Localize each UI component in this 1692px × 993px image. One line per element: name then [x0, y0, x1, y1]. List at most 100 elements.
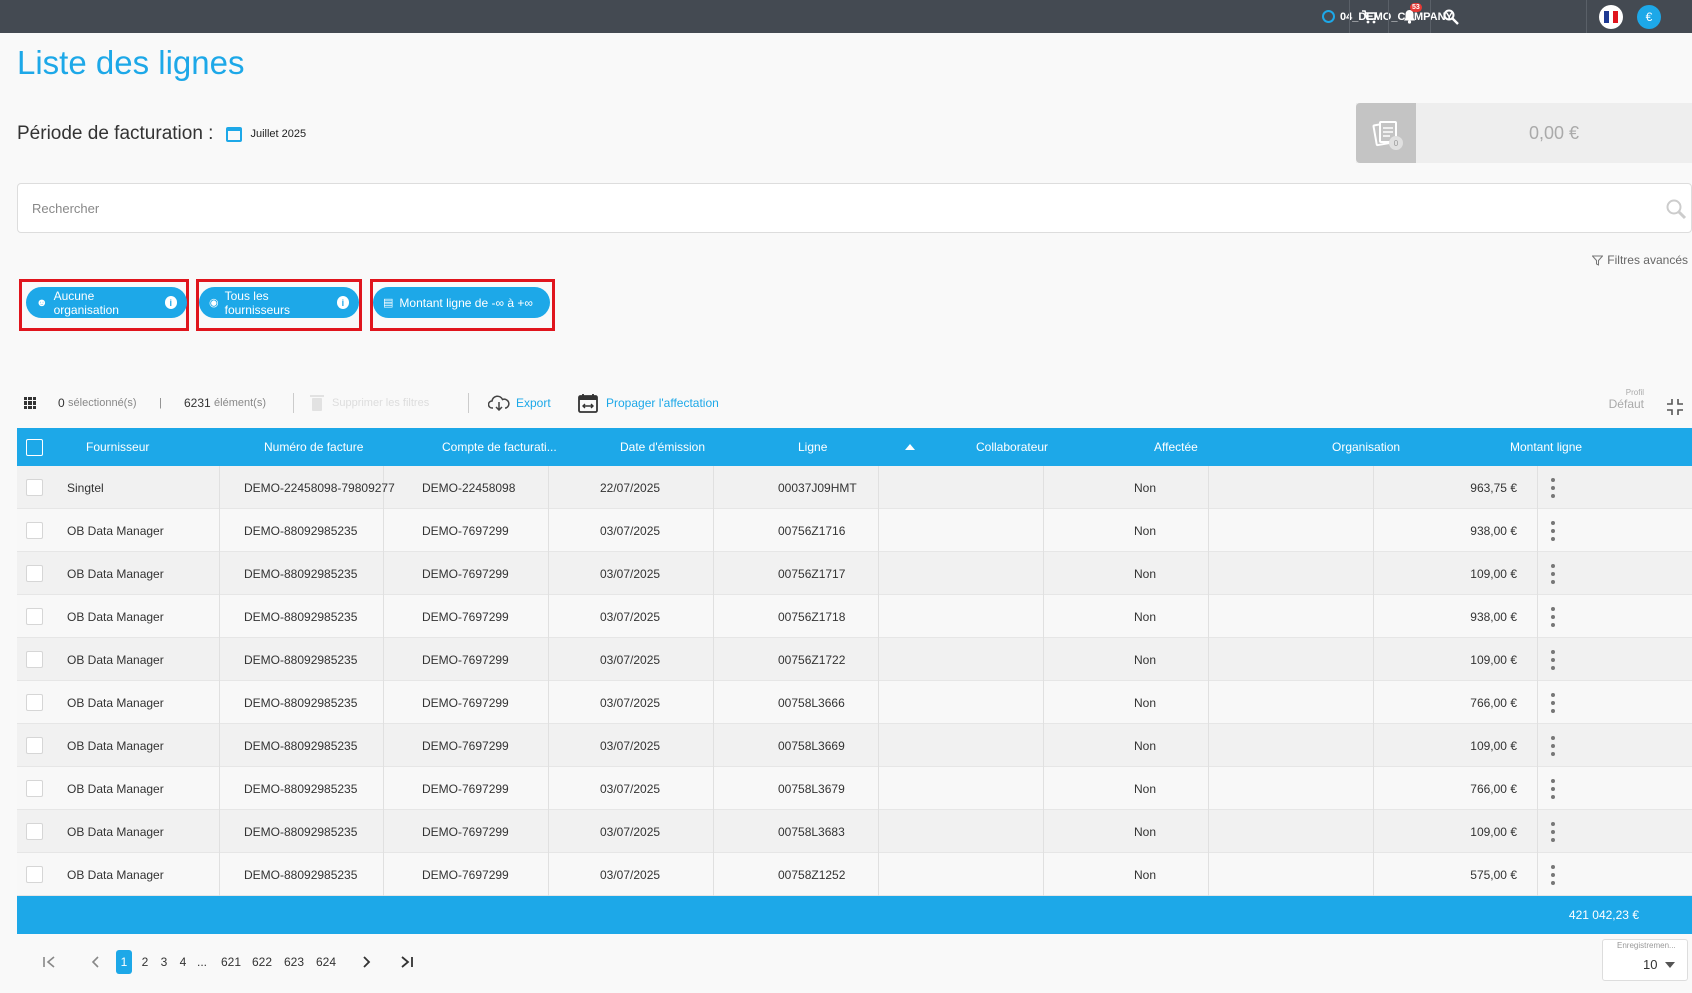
- supplier-cell: OB Data Manager: [67, 566, 164, 581]
- line-cell: 00037J09HMT: [778, 480, 857, 495]
- row-menu-icon[interactable]: [1549, 822, 1557, 842]
- row-menu-icon[interactable]: [1549, 779, 1557, 799]
- row-checkbox[interactable]: [26, 595, 43, 638]
- column-divider: [219, 509, 220, 552]
- column-header[interactable]: Numéro de facture: [264, 428, 363, 466]
- table-row[interactable]: Singtel DEMO-22458098-79809277 DEMO-224580…: [17, 466, 1692, 509]
- invoice-number-cell: DEMO-88092985235: [244, 609, 358, 624]
- export-button[interactable]: Export: [488, 388, 551, 418]
- line-cell: 00756Z1722: [778, 652, 846, 667]
- row-checkbox[interactable]: [26, 509, 43, 552]
- page-button[interactable]: 623: [281, 948, 307, 976]
- column-divider: [878, 509, 879, 552]
- prev-page-button[interactable]: [83, 948, 107, 976]
- table-row[interactable]: OB Data Manager DEMO-88092985235 DEMO-7697…: [17, 853, 1692, 896]
- row-checkbox[interactable]: [26, 638, 43, 681]
- amount-cell: 109,00 €: [1470, 738, 1517, 753]
- row-menu-icon[interactable]: [1549, 564, 1557, 584]
- row-checkbox[interactable]: [26, 466, 43, 509]
- column-header[interactable]: Date d'émission: [620, 428, 705, 466]
- clear-filters-button[interactable]: Supprimer les filtres: [310, 388, 429, 418]
- invoice-number-cell: DEMO-88092985235: [244, 738, 358, 753]
- column-divider: [219, 767, 220, 810]
- page-button[interactable]: 2: [137, 948, 153, 976]
- notifications-button[interactable]: 53: [1389, 0, 1430, 33]
- selected-label: sélectionné(s): [68, 397, 137, 409]
- filter-amount[interactable]: ▤ Montant ligne de -∞ à +∞: [373, 287, 550, 318]
- column-divider: [548, 552, 549, 595]
- line-cell: 00758L3679: [778, 781, 845, 796]
- page-button[interactable]: 4: [175, 948, 191, 976]
- table-row[interactable]: OB Data Manager DEMO-88092985235 DEMO-7697…: [17, 552, 1692, 595]
- column-header[interactable]: Organisation: [1332, 428, 1400, 466]
- row-checkbox[interactable]: [26, 724, 43, 767]
- filter-suppliers[interactable]: ◉ Tous les fournisseurs i: [199, 287, 359, 318]
- clear-filters-label: Supprimer les filtres: [332, 397, 430, 409]
- column-header[interactable]: Montant ligne: [1510, 428, 1582, 466]
- table-row[interactable]: OB Data Manager DEMO-88092985235 DEMO-7697…: [17, 810, 1692, 853]
- search-icon[interactable]: [1431, 0, 1471, 33]
- table-row[interactable]: OB Data Manager DEMO-88092985235 DEMO-7697…: [17, 638, 1692, 681]
- row-menu-icon[interactable]: [1549, 521, 1557, 541]
- row-checkbox[interactable]: [26, 767, 43, 810]
- page-button[interactable]: 621: [218, 948, 244, 976]
- search-input[interactable]: [18, 184, 1691, 232]
- supplier-cell: OB Data Manager: [67, 824, 164, 839]
- row-checkbox[interactable]: [26, 810, 43, 853]
- first-page-button[interactable]: [37, 948, 61, 976]
- propagate-assignment-button[interactable]: Propager l'affectation: [578, 388, 719, 418]
- table-row[interactable]: OB Data Manager DEMO-88092985235 DEMO-7697…: [17, 595, 1692, 638]
- row-menu-icon[interactable]: [1549, 736, 1557, 756]
- period-value[interactable]: Juillet 2025: [250, 128, 306, 140]
- row-menu-icon[interactable]: [1549, 693, 1557, 713]
- euro-icon[interactable]: €: [1637, 5, 1661, 29]
- search-icon[interactable]: [1665, 198, 1687, 220]
- column-divider: [1373, 595, 1374, 638]
- calendar-icon[interactable]: [226, 126, 243, 142]
- row-checkbox[interactable]: [26, 681, 43, 724]
- select-all-checkbox[interactable]: [26, 428, 43, 466]
- row-menu-icon[interactable]: [1549, 650, 1557, 670]
- table-row[interactable]: OB Data Manager DEMO-88092985235 DEMO-7697…: [17, 681, 1692, 724]
- info-icon[interactable]: i: [164, 296, 177, 309]
- line-cell: 00758L3669: [778, 738, 845, 753]
- advanced-filters-link[interactable]: Filtres avancés: [1592, 253, 1688, 267]
- next-page-button[interactable]: [355, 948, 379, 976]
- column-divider: [548, 767, 549, 810]
- column-header[interactable]: Collaborateur: [976, 428, 1048, 466]
- column-header[interactable]: Ligne: [798, 428, 827, 466]
- rows-per-page-select[interactable]: Enregistremen... 10: [1602, 939, 1688, 981]
- page-button[interactable]: 622: [249, 948, 275, 976]
- profile-selector[interactable]: Profil Défaut: [1609, 388, 1644, 411]
- row-menu-icon[interactable]: [1549, 478, 1557, 498]
- last-page-button[interactable]: [395, 948, 419, 976]
- row-checkbox[interactable]: [26, 853, 43, 896]
- cloud-download-icon: [488, 395, 510, 411]
- cart-icon[interactable]: [1350, 0, 1388, 33]
- row-menu-icon[interactable]: [1549, 865, 1557, 885]
- row-checkbox[interactable]: [26, 552, 43, 595]
- column-divider: [548, 724, 549, 767]
- collapse-icon[interactable]: [1666, 398, 1684, 416]
- column-header[interactable]: Affectée: [1154, 428, 1198, 466]
- grid-icon: [24, 397, 36, 409]
- filter-organisation[interactable]: ☻ Aucune organisation i: [26, 287, 187, 318]
- table-row[interactable]: OB Data Manager DEMO-88092985235 DEMO-7697…: [17, 724, 1692, 767]
- column-selector[interactable]: [24, 388, 36, 418]
- column-header[interactable]: Compte de facturati...: [442, 428, 557, 466]
- row-menu-icon[interactable]: [1549, 607, 1557, 627]
- issue-date-cell: 03/07/2025: [600, 781, 661, 796]
- column-header[interactable]: Fournisseur: [86, 428, 149, 466]
- flag-fr-icon[interactable]: [1599, 5, 1623, 29]
- column-divider: [383, 595, 384, 638]
- table-row[interactable]: OB Data Manager DEMO-88092985235 DEMO-7697…: [17, 767, 1692, 810]
- table-row[interactable]: OB Data Manager DEMO-88092985235 DEMO-7697…: [17, 509, 1692, 552]
- column-divider: [878, 767, 879, 810]
- billing-account-cell: DEMO-7697299: [422, 652, 509, 667]
- page-button[interactable]: 624: [313, 948, 339, 976]
- page-button[interactable]: 1: [116, 950, 132, 974]
- page-button[interactable]: 3: [156, 948, 172, 976]
- info-icon[interactable]: i: [336, 296, 349, 309]
- line-cell: 00756Z1717: [778, 566, 846, 581]
- column-divider: [1537, 767, 1538, 810]
